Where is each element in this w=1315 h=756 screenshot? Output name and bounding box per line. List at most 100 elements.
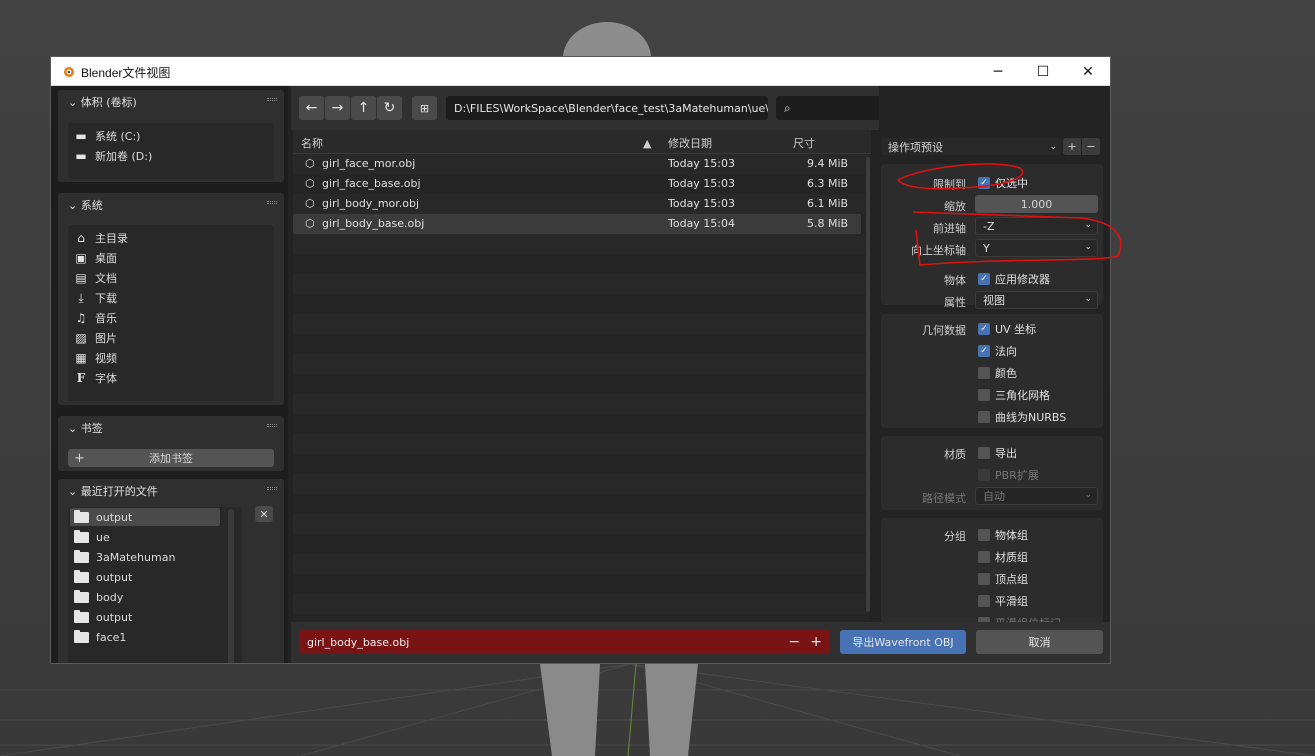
triangulate-checkbox[interactable]: 三角化网格 (978, 387, 1050, 403)
up-axis-dropdown[interactable]: Y ⌄ (975, 239, 1098, 257)
grip-icon[interactable] (267, 98, 277, 101)
volume-item-c[interactable]: ▬ 系统 (C:) (74, 127, 140, 145)
system-item-pictures[interactable]: ▨ 图片 (74, 329, 117, 347)
pbr-checkbox[interactable]: PBR扩展 (978, 467, 1039, 483)
decrement-button[interactable]: − (788, 634, 800, 650)
recent-item[interactable]: ue (74, 528, 110, 546)
system-title[interactable]: ⌄ 系统 (68, 197, 103, 213)
filename-field[interactable]: girl_body_base.obj − + (299, 630, 830, 654)
column-header-bar (293, 130, 871, 154)
path-mode-dropdown[interactable]: 自动 ⌄ (975, 487, 1098, 505)
check-icon: ✓ (978, 323, 990, 335)
file-list-scrollbar[interactable] (866, 157, 870, 612)
scale-label: 缩放 (944, 200, 966, 213)
clear-recent-icon[interactable]: ✕ (255, 506, 273, 522)
system-item-videos[interactable]: ▦ 视频 (74, 349, 117, 367)
footer-bar: girl_body_base.obj − + 导出Wavefront OBJ 取… (291, 622, 1110, 663)
vertex-groups-checkbox[interactable]: 顶点组 (978, 571, 1028, 587)
operator-panel: 操作项预设 ⌄ + − 限制到 ✓ 仅选中 缩放 1.000 前进轴 -Z ⌄ 向上坐… (879, 86, 1110, 663)
recent-title[interactable]: ⌄ 最近打开的文件 (68, 483, 158, 499)
file-row[interactable]: ⬡ girl_body_mor.obj Today 15:03 6.1 MiB (293, 194, 861, 214)
cancel-button[interactable]: 取消 (976, 630, 1103, 654)
system-item-downloads[interactable]: ⤓ 下载 (74, 289, 117, 307)
preset-dropdown[interactable]: 操作项预设 ⌄ (881, 138, 1061, 155)
minimize-button[interactable]: ─ (975, 57, 1021, 86)
recent-item[interactable]: output (74, 568, 132, 586)
apply-modifiers-checkbox[interactable]: ✓ 应用修改器 (978, 271, 1050, 287)
uv-checkbox[interactable]: ✓ UV 坐标 (978, 321, 1036, 337)
column-name[interactable]: 名称 (301, 132, 323, 154)
refresh-icon[interactable]: ↻ (377, 96, 402, 120)
smooth-groups-checkbox[interactable]: 平滑组 (978, 593, 1028, 609)
attr-dropdown[interactable]: 视图 ⌄ (975, 291, 1098, 309)
volume-item-d[interactable]: ▬ 新加卷 (D:) (74, 147, 152, 165)
checkbox-icon (978, 529, 990, 541)
volumes-list: ▬ 系统 (C:) ▬ 新加卷 (D:) (68, 123, 274, 179)
new-folder-icon[interactable]: ⊞ (412, 96, 437, 120)
chevron-down-icon: ⌄ (1084, 242, 1092, 252)
system-item-fonts[interactable]: F 字体 (74, 369, 117, 387)
add-bookmark-button[interactable]: + 添加书签 (68, 449, 274, 467)
system-item-home[interactable]: ⌂ 主目录 (74, 229, 128, 247)
grip-icon[interactable] (267, 424, 277, 427)
maximize-button[interactable]: ☐ (1020, 57, 1066, 86)
object-groups-checkbox[interactable]: 物体组 (978, 527, 1028, 543)
add-preset-icon[interactable]: + (1063, 138, 1081, 155)
checkbox-icon (978, 411, 990, 423)
desktop-icon: ▣ (75, 251, 87, 265)
recent-item[interactable]: body (74, 588, 123, 606)
scale-field[interactable]: 1.000 (975, 195, 1098, 213)
folder-icon (74, 609, 89, 623)
forward-arrow-icon[interactable]: → (325, 96, 350, 120)
nurbs-checkbox[interactable]: 曲线为NURBS (978, 409, 1066, 425)
material-export-checkbox[interactable]: 导出 (978, 445, 1017, 461)
increment-button[interactable]: + (810, 634, 822, 650)
system-item-documents[interactable]: ▤ 文档 (74, 269, 117, 287)
search-icon: ⌕ (784, 100, 791, 115)
path-field[interactable]: D:\FILES\WorkSpace\Blender\face_test\3aM… (446, 96, 768, 120)
grip-icon[interactable] (267, 201, 277, 204)
bookmarks-panel: ⌄ 书签 + 添加书签 (58, 416, 284, 471)
forward-axis-label: 前进轴 (933, 222, 966, 235)
up-axis-label: 向上坐标轴 (911, 244, 966, 257)
attr-label: 属性 (944, 296, 966, 309)
remove-preset-icon[interactable]: − (1082, 138, 1100, 155)
file-row-selected[interactable]: ⬡ girl_body_base.obj Today 15:04 5.8 MiB (293, 214, 861, 234)
grouping-section: 分组 物体组 材质组 顶点组 平滑组 平滑组位标记 (881, 518, 1103, 623)
file-row[interactable]: ⬡ girl_face_mor.obj Today 15:03 9.4 MiB (293, 154, 861, 174)
grip-icon[interactable] (267, 487, 277, 490)
recent-item[interactable]: 3aMatehuman (74, 548, 175, 566)
column-size[interactable]: 尺寸 (793, 132, 815, 154)
parent-dir-icon[interactable]: ↑ (351, 96, 376, 120)
material-section: 材质 导出 PBR扩展 路径模式 自动 ⌄ (881, 436, 1103, 510)
volumes-title[interactable]: ⌄ 体积 (卷标) (68, 94, 137, 110)
file-row[interactable]: ⬡ girl_face_base.obj Today 15:03 6.3 MiB (293, 174, 861, 194)
recent-item[interactable]: output (74, 608, 132, 626)
bookmarks-title[interactable]: ⌄ 书签 (68, 420, 103, 436)
limit-checkbox[interactable]: ✓ 仅选中 (978, 175, 1028, 191)
system-item-desktop[interactable]: ▣ 桌面 (74, 249, 117, 267)
material-label: 材质 (944, 448, 966, 461)
path-mode-label: 路径模式 (922, 492, 966, 505)
recent-item[interactable]: face1 (74, 628, 126, 646)
normals-checkbox[interactable]: ✓ 法向 (978, 343, 1017, 359)
window-title: Blender文件视图 (81, 66, 171, 80)
home-icon: ⌂ (77, 231, 85, 245)
forward-axis-dropdown[interactable]: -Z ⌄ (975, 217, 1098, 235)
recent-scrollbar[interactable] (228, 509, 234, 663)
close-button[interactable]: ✕ (1065, 57, 1110, 86)
sort-asc-icon[interactable]: ▲ (643, 132, 651, 154)
music-icon: ♫ (75, 311, 87, 325)
document-icon: ▤ (75, 271, 87, 285)
back-arrow-icon[interactable]: ← (299, 96, 324, 120)
column-date[interactable]: 修改日期 (668, 132, 712, 154)
folder-icon (74, 509, 89, 523)
checkbox-icon (978, 595, 990, 607)
chevron-down-icon: ⌄ (1084, 220, 1092, 230)
material-groups-checkbox[interactable]: 材质组 (978, 549, 1028, 565)
recent-item[interactable]: output (70, 508, 220, 526)
checkbox-icon (978, 367, 990, 379)
system-item-music[interactable]: ♫ 音乐 (74, 309, 117, 327)
colors-checkbox[interactable]: 颜色 (978, 365, 1017, 381)
export-button[interactable]: 导出Wavefront OBJ (840, 630, 966, 654)
